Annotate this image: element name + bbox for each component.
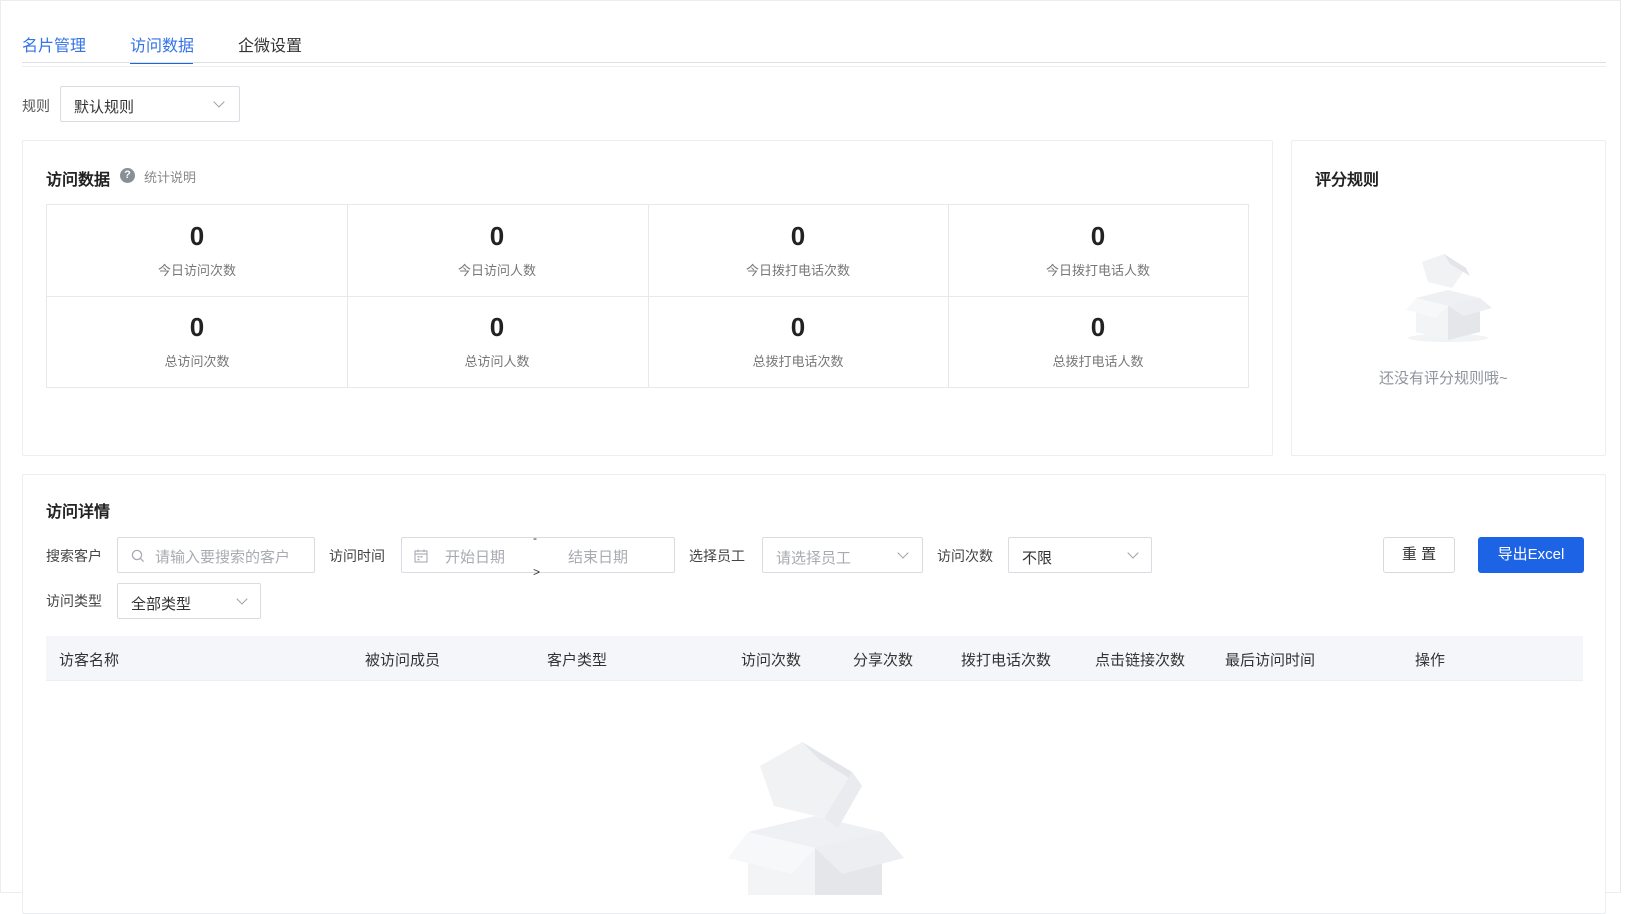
- score-rules-title: 评分规则: [1315, 172, 1380, 189]
- tab-card-management[interactable]: 名片管理: [22, 32, 86, 56]
- stat-value: 0: [189, 312, 205, 342]
- visit-type-label: 访问类型: [46, 593, 102, 609]
- stat-today-callers: 0 今日拨打电话人数: [948, 205, 1248, 296]
- rule-select[interactable]: 默认规则: [60, 86, 240, 122]
- visit-count-select[interactable]: 不限: [1008, 537, 1152, 573]
- stat-value: 0: [790, 312, 806, 342]
- stat-total-visitors: 0 总访问人数: [347, 296, 647, 387]
- column-visit-count: 访问次数: [741, 652, 802, 669]
- visit-type-select[interactable]: 全部类型: [117, 583, 261, 619]
- visit-details-title: 访问详情: [46, 504, 111, 521]
- column-last-visit-time: 最后访问时间: [1225, 652, 1316, 669]
- stat-label: 今日拨打电话人数: [1045, 263, 1150, 278]
- select-employee-label: 选择员工: [689, 548, 745, 564]
- question-mark-icon[interactable]: ?: [120, 168, 135, 183]
- stat-total-calls: 0 总拨打电话次数: [648, 296, 948, 387]
- rule-label: 规则: [22, 98, 50, 114]
- tab-bar: 名片管理 访问数据 企微设置: [22, 22, 1606, 66]
- column-share-count: 分享次数: [853, 652, 914, 669]
- date-separator-top: -: [533, 531, 537, 545]
- stat-value: 0: [189, 221, 205, 251]
- stat-total-visits: 0 总访问次数: [47, 296, 347, 387]
- stat-label: 今日拨打电话次数: [745, 263, 850, 278]
- stat-value: 0: [1090, 312, 1106, 342]
- search-customer-label: 搜索客户: [46, 548, 102, 564]
- stats-help-link[interactable]: 统计说明: [144, 167, 196, 186]
- reset-button[interactable]: 重 置: [1383, 537, 1455, 573]
- stat-label: 今日访问人数: [457, 263, 536, 278]
- start-date-placeholder[interactable]: 开始日期: [445, 546, 505, 567]
- stat-label: 总访问人数: [464, 354, 530, 369]
- stat-value: 0: [489, 312, 505, 342]
- search-icon: [131, 549, 145, 563]
- select-employee-placeholder: 请选择员工: [776, 550, 852, 567]
- date-separator-bottom: >: [533, 565, 541, 579]
- visit-time-range-picker[interactable]: 开始日期 - > 结束日期: [401, 531, 675, 579]
- end-date-placeholder[interactable]: 结束日期: [568, 546, 628, 567]
- chevron-down-icon: [897, 547, 909, 559]
- visit-count-value: 不限: [1022, 550, 1053, 567]
- stat-total-callers: 0 总拨打电话人数: [948, 296, 1248, 387]
- visit-count-label: 访问次数: [937, 548, 993, 564]
- calendar-icon: [414, 549, 428, 563]
- rule-select-value: 默认规则: [74, 99, 135, 116]
- stat-label: 总拨打电话人数: [1052, 354, 1144, 369]
- search-customer-placeholder: 请输入要搜索的客户: [155, 549, 291, 566]
- table-header: 访客名称 被访问成员 客户类型 访问次数 分享次数 拨打电话次数 点击链接次数 …: [46, 636, 1583, 681]
- stat-label: 总访问次数: [164, 354, 230, 369]
- tab-wecom-settings[interactable]: 企微设置: [238, 32, 302, 56]
- stats-grid: 0 今日访问次数 0 今日访问人数 0 今日拨打电话次数 0 今日拨打电话人数 …: [46, 204, 1249, 388]
- tabs-divider-secondary: [22, 66, 1606, 67]
- chevron-down-icon: [1127, 547, 1139, 559]
- stat-label: 总拨打电话次数: [752, 354, 844, 369]
- chevron-down-icon: [236, 593, 248, 605]
- empty-box-icon: [728, 742, 904, 895]
- visit-time-label: 访问时间: [329, 548, 385, 564]
- search-customer-input[interactable]: 请输入要搜索的客户: [117, 537, 315, 573]
- tabs-divider: [22, 62, 1606, 63]
- visit-type-value: 全部类型: [131, 596, 192, 613]
- column-link-click-count: 点击链接次数: [1095, 652, 1186, 669]
- column-customer-type: 客户类型: [547, 652, 608, 669]
- stat-today-visits: 0 今日访问次数: [47, 205, 347, 296]
- column-actions: 操作: [1415, 652, 1446, 669]
- tab-visit-data[interactable]: 访问数据: [130, 32, 194, 56]
- export-excel-button[interactable]: 导出Excel: [1478, 537, 1584, 573]
- column-visited-member: 被访问成员: [365, 652, 441, 669]
- stat-label: 今日访问次数: [157, 263, 236, 278]
- select-employee-dropdown[interactable]: 请选择员工: [762, 537, 923, 573]
- stat-today-visitors: 0 今日访问人数: [347, 205, 647, 296]
- chevron-down-icon: [213, 96, 225, 108]
- stat-today-calls: 0 今日拨打电话次数: [648, 205, 948, 296]
- stat-value: 0: [1090, 221, 1106, 251]
- column-visitor-name: 访客名称: [59, 652, 120, 669]
- score-rules-empty-text: 还没有评分规则哦~: [1379, 370, 1508, 387]
- empty-box-icon: [1406, 254, 1492, 342]
- column-call-count: 拨打电话次数: [961, 652, 1052, 669]
- stat-value: 0: [489, 221, 505, 251]
- stat-value: 0: [790, 221, 806, 251]
- visit-data-title: 访问数据: [46, 172, 111, 189]
